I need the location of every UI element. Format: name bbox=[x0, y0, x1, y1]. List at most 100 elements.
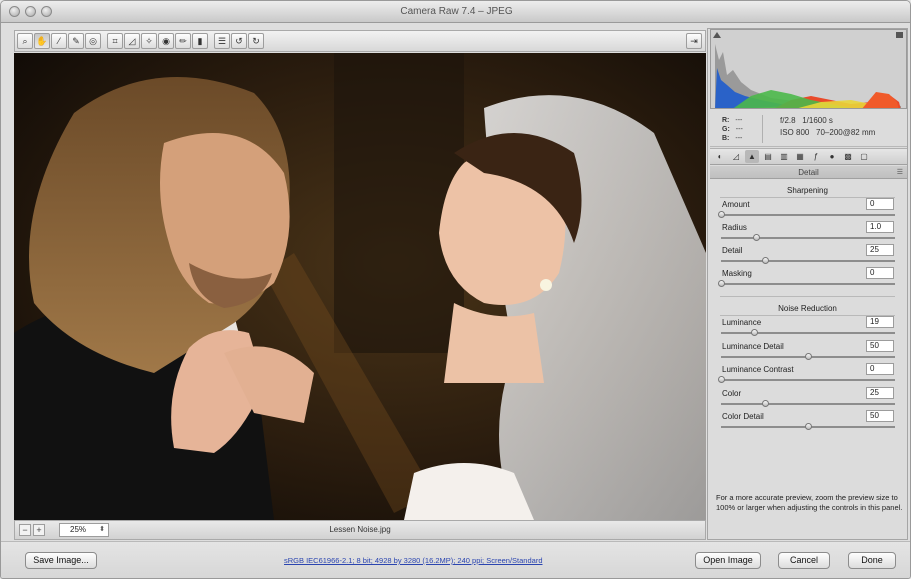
noise-color-control: Color 25 bbox=[721, 386, 895, 411]
exif-aperture-shutter: f/2.8 1/1600 s bbox=[780, 116, 833, 125]
slider-thumb[interactable] bbox=[718, 376, 725, 383]
slider-thumb[interactable] bbox=[718, 280, 725, 287]
effects-icon[interactable]: ƒ bbox=[809, 150, 823, 163]
slider-thumb[interactable] bbox=[718, 211, 725, 218]
slider-label: Color Detail bbox=[722, 412, 764, 421]
spot-removal-icon[interactable]: ✧ bbox=[141, 33, 157, 49]
slider-value-field[interactable]: 25 bbox=[866, 386, 894, 399]
readout-area: R: --- G: --- B: --- f/2.8 1/1600 s ISO 800 … bbox=[710, 111, 907, 147]
preview-status-bar: − + 25% ⬍ Lessen Noise.jpg bbox=[14, 520, 706, 540]
fullscreen-toggle-icon[interactable]: ⇥ bbox=[686, 33, 702, 49]
slider-value-field[interactable]: 50 bbox=[866, 410, 894, 422]
panel-title-bar: Detail ☰ bbox=[710, 166, 907, 179]
slider-label: Masking bbox=[722, 269, 752, 278]
zoom-window-button[interactable] bbox=[41, 6, 52, 17]
hand-icon[interactable]: ✋ bbox=[34, 33, 50, 49]
preferences-icon[interactable]: ☰ bbox=[214, 33, 230, 49]
shadow-clipping-icon[interactable] bbox=[713, 32, 721, 38]
panel-tabs: ◐ ◿ ▲ ▤ ▥ ▦ ƒ ● ▩ ▢ bbox=[710, 148, 907, 165]
sharpening-radius-control: Radius 1.0 bbox=[721, 221, 895, 245]
exif-iso-lens: ISO 800 70–200@82 mm bbox=[780, 128, 876, 137]
slider-track[interactable] bbox=[721, 332, 895, 334]
slider-track[interactable] bbox=[721, 379, 895, 381]
slider-track[interactable] bbox=[721, 283, 895, 285]
window-controls bbox=[9, 6, 52, 17]
r-label: R: bbox=[722, 117, 730, 124]
histogram bbox=[710, 29, 907, 109]
highlight-clipping-icon[interactable] bbox=[896, 32, 903, 38]
image-preview[interactable] bbox=[14, 53, 706, 520]
sharpening-detail-control: Detail 25 bbox=[721, 244, 895, 268]
g-value: --- bbox=[735, 126, 743, 133]
slider-track[interactable] bbox=[721, 260, 895, 262]
crop-icon[interactable]: ⌗ bbox=[107, 33, 123, 49]
snapshots-icon[interactable]: ▢ bbox=[857, 150, 871, 163]
tool-buttons: ⌕ ✋ ⁄ ✎ ◎ ⌗ ◿ ✧ ◉ ✏ ▮ ☰ ↺ ↻ bbox=[17, 33, 264, 49]
slider-thumb[interactable] bbox=[761, 399, 769, 407]
camera-calibration-icon[interactable]: ● bbox=[825, 150, 839, 163]
slider-label: Luminance bbox=[722, 318, 762, 327]
cancel-button[interactable]: Cancel bbox=[778, 552, 830, 569]
panel-note: For a more accurate preview, zoom the pr… bbox=[716, 493, 903, 512]
slider-label: Color bbox=[722, 388, 742, 398]
rotate-ccw-icon[interactable]: ↺ bbox=[231, 33, 247, 49]
adjustment-brush-icon[interactable]: ✏ bbox=[175, 33, 191, 49]
b-label: B: bbox=[722, 135, 730, 142]
slider-value-field[interactable]: 25 bbox=[866, 244, 894, 256]
g-label: G: bbox=[722, 126, 730, 133]
slider-value-field[interactable]: 0 bbox=[866, 363, 894, 375]
split-toning-icon[interactable]: ▥ bbox=[777, 150, 791, 163]
slider-thumb[interactable] bbox=[752, 234, 760, 241]
slider-thumb[interactable] bbox=[805, 423, 812, 430]
straighten-icon[interactable]: ◿ bbox=[124, 33, 140, 49]
sharpening-amount-control: Amount 0 bbox=[718, 198, 895, 222]
preview-filename: Lessen Noise.jpg bbox=[329, 525, 391, 534]
noise-luminance-contrast-control: Luminance Contrast 0 bbox=[718, 363, 895, 387]
histogram-graph bbox=[711, 30, 906, 108]
save-image-button[interactable]: Save Image... bbox=[25, 552, 97, 569]
red-eye-icon[interactable]: ◉ bbox=[158, 33, 174, 49]
sharpening-masking-control: Masking 0 bbox=[718, 267, 895, 291]
open-image-button[interactable]: Open Image bbox=[695, 552, 761, 569]
white-balance-icon[interactable]: ⁄ bbox=[51, 33, 67, 49]
tool-bar: ⌕ ✋ ⁄ ✎ ◎ ⌗ ◿ ✧ ◉ ✏ ▮ ☰ ↺ ↻ ⇥ bbox=[14, 30, 706, 52]
noise-luminance-detail-control: Luminance Detail 50 bbox=[721, 339, 895, 364]
noise-luminance-control: Luminance 19 bbox=[721, 316, 895, 340]
slider-label: Luminance Contrast bbox=[722, 365, 794, 374]
slider-thumb[interactable] bbox=[751, 329, 759, 336]
sharpening-heading: Sharpening bbox=[787, 186, 828, 195]
targeted-adjustment-icon[interactable]: ◎ bbox=[85, 33, 101, 49]
lens-corrections-icon[interactable]: ▦ bbox=[793, 150, 807, 163]
b-value: --- bbox=[735, 135, 743, 142]
slider-track[interactable] bbox=[721, 214, 895, 216]
hsl-icon[interactable]: ▤ bbox=[761, 150, 775, 163]
slider-value-field[interactable]: 0 bbox=[866, 198, 894, 210]
minimize-window-button[interactable] bbox=[25, 6, 36, 17]
camera-raw-window: Camera Raw 7.4 – JPEG ⌕ ✋ ⁄ ✎ ◎ ⌗ ◿ ✧ ◉ ✏ ▮ ☰ ↺ ↻ ⇥ bbox=[0, 0, 911, 579]
noise-color-detail-control: Color Detail 50 bbox=[721, 410, 895, 434]
slider-value-field[interactable]: 1.0 bbox=[866, 221, 894, 233]
slider-value-field[interactable]: 19 bbox=[866, 316, 894, 328]
rotate-cw-icon[interactable]: ↻ bbox=[248, 33, 264, 49]
workflow-options-link[interactable]: sRGB IEC61966-2.1; 8 bit; 4928 by 3280 (… bbox=[284, 556, 543, 565]
zoom-icon[interactable]: ⌕ bbox=[17, 33, 33, 49]
noise-divider-top bbox=[720, 296, 895, 297]
slider-value-field[interactable]: 0 bbox=[866, 267, 894, 279]
tone-curve-icon[interactable]: ◿ bbox=[729, 150, 743, 163]
graduated-filter-icon[interactable]: ▮ bbox=[192, 33, 208, 49]
slider-track[interactable] bbox=[721, 237, 895, 239]
slider-label: Luminance Detail bbox=[722, 341, 784, 351]
title-bar: Camera Raw 7.4 – JPEG bbox=[1, 1, 910, 23]
done-button[interactable]: Done bbox=[848, 552, 896, 569]
slider-thumb[interactable] bbox=[761, 257, 769, 264]
basic-icon[interactable]: ◐ bbox=[713, 150, 727, 163]
slider-thumb[interactable] bbox=[805, 352, 812, 360]
color-sampler-icon[interactable]: ✎ bbox=[68, 33, 84, 49]
slider-track[interactable] bbox=[721, 402, 895, 405]
slider-value-field[interactable]: 50 bbox=[866, 339, 894, 352]
presets-icon[interactable]: ▩ bbox=[841, 150, 855, 163]
readout-divider bbox=[762, 115, 763, 143]
panel-menu-icon[interactable]: ☰ bbox=[897, 166, 903, 179]
detail-icon[interactable]: ▲ bbox=[745, 150, 759, 163]
close-window-button[interactable] bbox=[9, 6, 20, 17]
